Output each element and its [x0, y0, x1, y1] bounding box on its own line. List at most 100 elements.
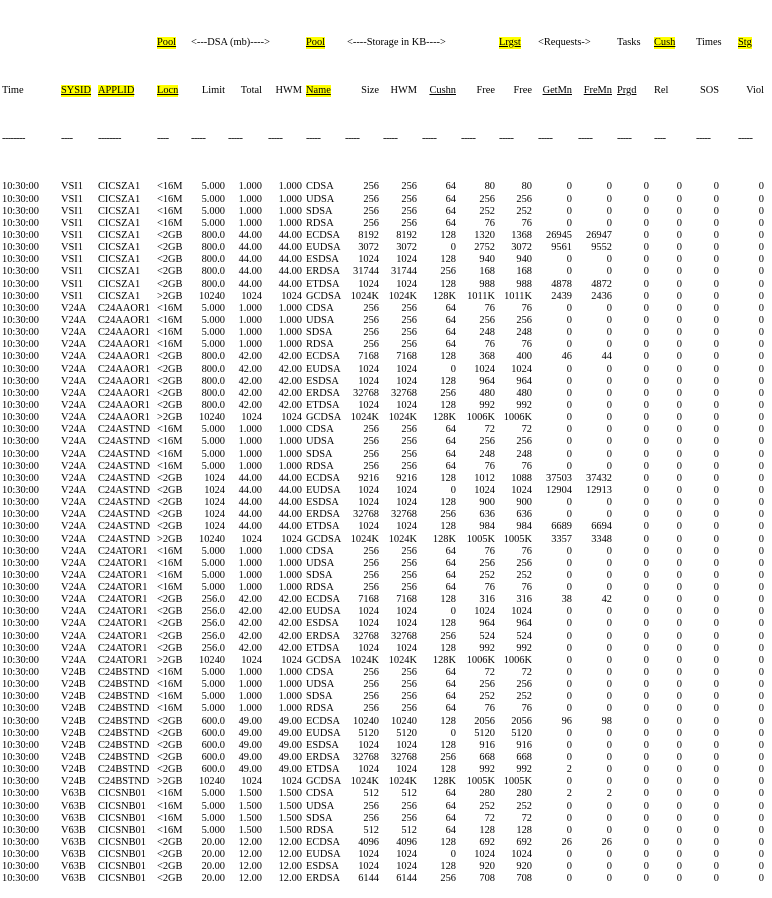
cell-rel: 0: [676, 545, 682, 557]
cell-hwm-kb: 256: [401, 582, 417, 594]
cell-free: 480: [479, 387, 495, 399]
cell-hwm-kb: 1024: [396, 375, 417, 387]
cell-time: 10:30:00: [2, 533, 39, 545]
cell-free: 128: [479, 824, 495, 836]
header-locn[interactable]: Locn: [157, 85, 179, 98]
cell-applid: C24AAOR1: [98, 412, 150, 424]
cell-prgd: 0: [643, 606, 649, 618]
header-sysid[interactable]: SYSID: [61, 85, 92, 98]
cell-rel: 0: [676, 339, 682, 351]
cell-total: 42.00: [238, 363, 262, 375]
separator-viol: -----: [738, 133, 753, 145]
cell-size: 1024: [358, 861, 379, 873]
cell-limit: 256.0: [201, 594, 225, 606]
cell-applid: CICSNB01: [98, 800, 146, 812]
cell-name: SDSA: [306, 448, 333, 460]
cell-free: 1012: [474, 472, 495, 484]
cell-total: 42.00: [238, 606, 262, 618]
table-row: 10:30:00 V24A C24ATOR1 <2GB 256.0 42.00 42.00 E…: [2, 606, 770, 618]
table-row: 10:30:00 V24A C24ATOR1 <2GB 256.0 42.00 42.00 E…: [2, 631, 770, 643]
cell-name: ECDSA: [306, 351, 341, 363]
cell-name: RDSA: [306, 582, 334, 594]
cell-name: RDSA: [306, 460, 334, 472]
cell-total: 44.00: [238, 521, 262, 533]
header-largest: Lrgst: [499, 37, 521, 49]
cell-applid: CICSZA1: [98, 254, 141, 266]
cell-free: 5120: [474, 727, 495, 739]
cell-cushn: 256: [440, 873, 456, 885]
cell-sos: 0: [713, 739, 719, 751]
cell-sysid: V24B: [61, 764, 86, 776]
cell-rel: 0: [676, 630, 682, 642]
cell-viol: 0: [758, 205, 764, 217]
cell-name: RDSA: [306, 217, 334, 229]
cell-fremn: 0: [606, 339, 612, 351]
cell-time: 10:30:00: [2, 618, 39, 630]
cell-prgd: 0: [643, 193, 649, 205]
separator-time: --------: [2, 133, 25, 145]
cell-largest-free: 668: [516, 752, 532, 764]
table-row: 10:30:00 VSI1 CICSZA1 >2GB 10240 1024 1024 GCDS…: [2, 291, 770, 303]
cell-viol: 0: [758, 399, 764, 411]
cell-size: 256: [363, 448, 379, 460]
cell-limit: 5.000: [201, 667, 225, 679]
cell-largest-free: 1006K: [503, 654, 532, 666]
cell-viol: 0: [758, 327, 764, 339]
cell-cushn: 128K: [432, 412, 456, 424]
cell-limit: 5.000: [201, 205, 225, 217]
cell-name: ECDSA: [306, 472, 341, 484]
cell-free: 2752: [474, 242, 495, 254]
cell-limit: 5.000: [201, 812, 225, 824]
cell-prgd: 0: [643, 727, 649, 739]
cell-sos: 0: [713, 691, 719, 703]
cell-fremn: 12913: [586, 484, 612, 496]
cell-hwm-kb: 7168: [396, 351, 417, 363]
cell-total: 1.000: [238, 703, 262, 715]
cell-largest-free: 3072: [511, 242, 532, 254]
cell-sysid: V24B: [61, 679, 86, 691]
table-row: 10:30:00 V24B C24BSTND <2GB 600.0 49.00 49.00 E…: [2, 764, 770, 776]
cell-prgd: 0: [643, 339, 649, 351]
header-applid[interactable]: APPLID: [98, 85, 135, 98]
header-name[interactable]: Name: [306, 85, 331, 98]
cell-limit: 800.0: [201, 375, 225, 387]
cell-total: 12.00: [238, 861, 262, 873]
table-row: 10:30:00 V63B CICSNB01 <16M 5.000 1.500 1.500 R…: [2, 825, 770, 837]
cell-getmn: 4878: [551, 278, 572, 290]
cell-viol: 0: [758, 873, 764, 885]
cell-rel: 0: [676, 715, 682, 727]
cell-cushn: 64: [445, 667, 456, 679]
cell-applid: C24BSTND: [98, 715, 150, 727]
cell-free: 256: [479, 679, 495, 691]
cell-total: 44.00: [238, 497, 262, 509]
cell-getmn: 0: [566, 800, 572, 812]
cell-sysid: V24A: [61, 606, 87, 618]
cell-total: 1.000: [238, 339, 262, 351]
cell-viol: 0: [758, 557, 764, 569]
cell-locn: <16M: [157, 436, 183, 448]
cell-viol: 0: [758, 460, 764, 472]
cell-hwm-kb: 256: [401, 339, 417, 351]
cell-rel: 0: [676, 533, 682, 545]
cell-limit: 5.000: [201, 691, 225, 703]
cell-limit: 20.00: [201, 873, 225, 885]
table-row: 10:30:00 V24A C24AAOR1 <16M 5.000 1.000 1.000 S…: [2, 327, 770, 339]
cell-rel: 0: [676, 679, 682, 691]
cell-time: 10:30:00: [2, 667, 39, 679]
cell-sysid: V24A: [61, 460, 87, 472]
cell-rel: 0: [676, 861, 682, 873]
cell-applid: CICSZA1: [98, 217, 141, 229]
cell-sysid: V24A: [61, 302, 87, 314]
header-getmn: GetMn: [542, 85, 572, 97]
table-row: 10:30:00 VSI1 CICSZA1 <16M 5.000 1.000 1.000 CD…: [2, 181, 770, 193]
cell-locn: <2GB: [157, 642, 183, 654]
cell-sysid: V24A: [61, 642, 87, 654]
cell-locn: <2GB: [157, 266, 183, 278]
cell-fremn: 0: [606, 399, 612, 411]
cell-sysid: V24A: [61, 594, 87, 606]
cell-cushn: 128: [440, 278, 456, 290]
cell-time: 10:30:00: [2, 861, 39, 873]
separator-hwm-kb: -----: [383, 133, 398, 145]
cell-size: 8192: [358, 229, 379, 241]
cell-hwm-kb: 1024: [396, 849, 417, 861]
